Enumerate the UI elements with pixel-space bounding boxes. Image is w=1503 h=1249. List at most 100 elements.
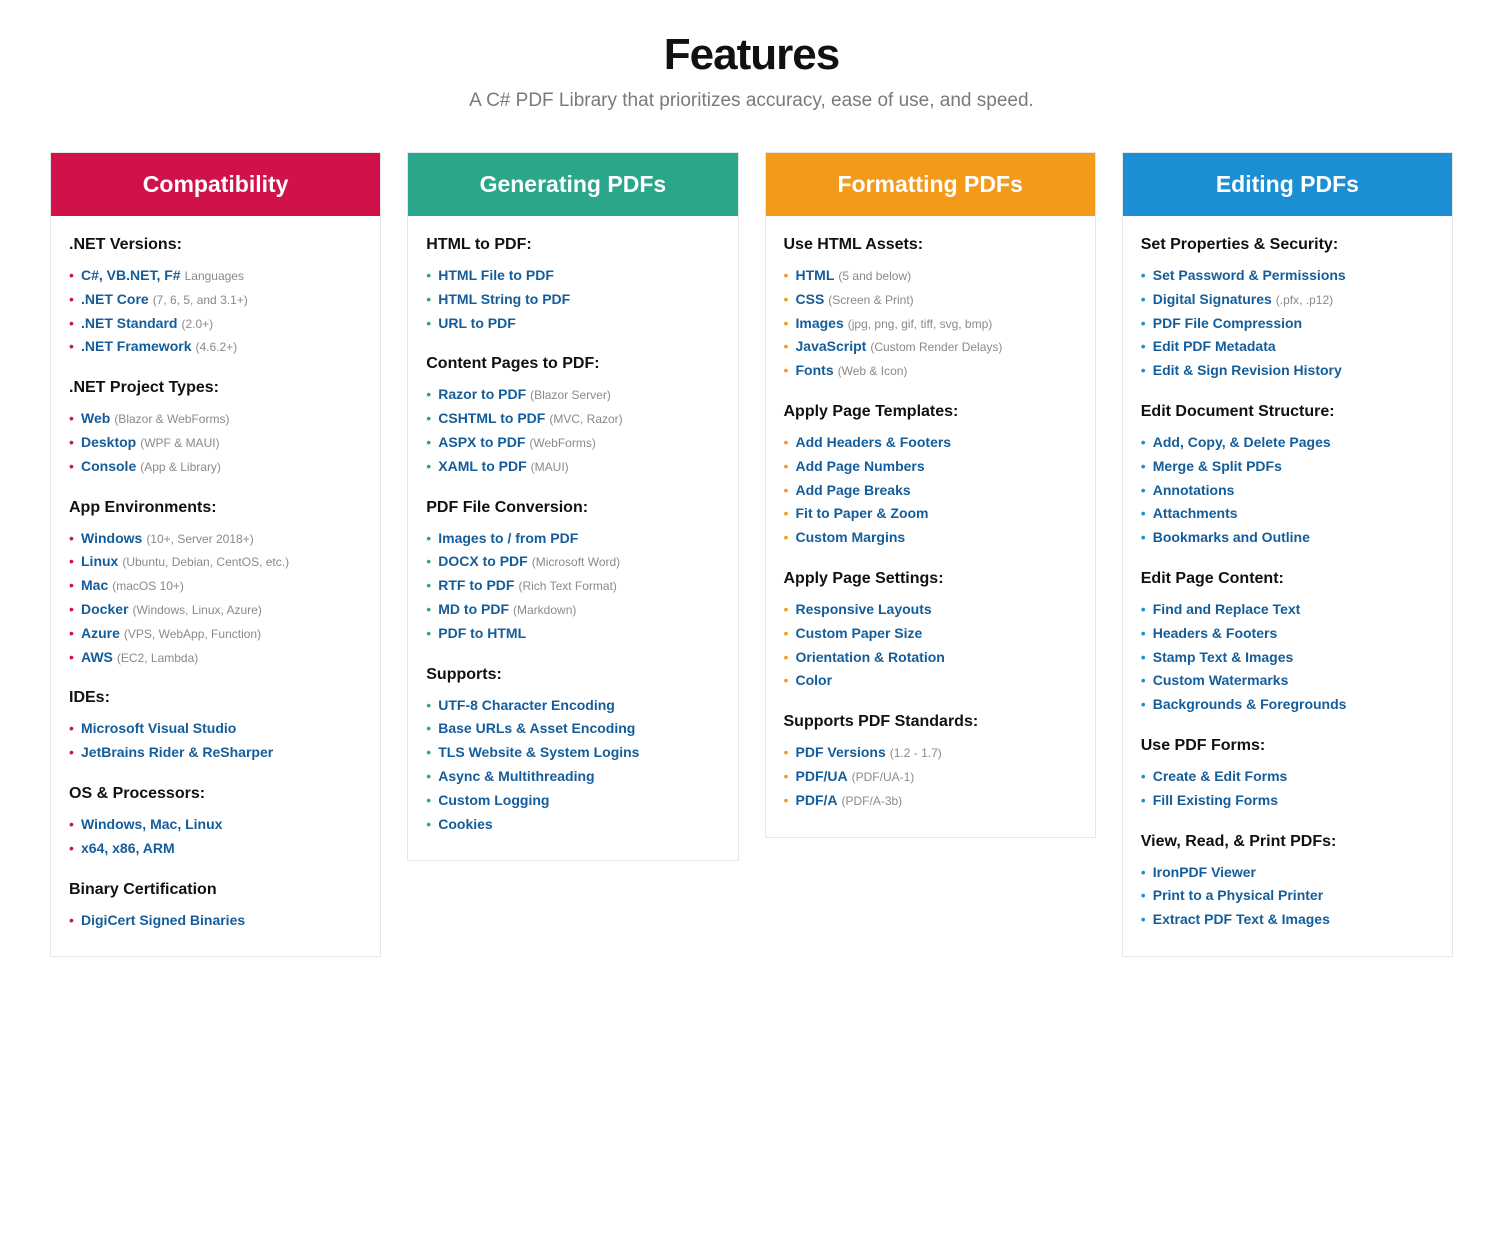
feature-link[interactable]: Add Page Numbers (796, 458, 925, 474)
feature-link[interactable]: Backgrounds & Foregrounds (1153, 696, 1347, 712)
feature-link[interactable]: Fit to Paper & Zoom (796, 505, 929, 521)
feature-link[interactable]: Digital Signatures (1153, 291, 1272, 307)
list-item: Fill Existing Forms (1141, 789, 1434, 813)
feature-link[interactable]: Bookmarks and Outline (1153, 529, 1310, 545)
feature-link[interactable]: RTF to PDF (438, 577, 514, 593)
feature-link[interactable]: Images to / from PDF (438, 530, 578, 546)
feature-link[interactable]: Edit PDF Metadata (1153, 338, 1276, 354)
feature-link[interactable]: Set Password & Permissions (1153, 267, 1346, 283)
feature-link[interactable]: ASPX to PDF (438, 434, 525, 450)
feature-list: Images to / from PDFDOCX to PDF(Microsof… (426, 527, 719, 646)
feature-note: (Web & Icon) (838, 364, 908, 378)
feature-link[interactable]: Headers & Footers (1153, 625, 1277, 641)
feature-link[interactable]: Base URLs & Asset Encoding (438, 720, 635, 736)
feature-link[interactable]: Custom Paper Size (796, 625, 923, 641)
feature-note: (PDF/UA-1) (852, 770, 915, 784)
feature-link[interactable]: Find and Replace Text (1153, 601, 1301, 617)
section-title: Use HTML Assets: (784, 236, 1077, 254)
feature-link[interactable]: Color (796, 672, 833, 688)
feature-link[interactable]: TLS Website & System Logins (438, 744, 639, 760)
section-title: Content Pages to PDF: (426, 355, 719, 373)
feature-link[interactable]: Fonts (796, 362, 834, 378)
list-item: HTML String to PDF (426, 288, 719, 312)
feature-link[interactable]: Azure (81, 625, 120, 641)
feature-link[interactable]: PDF/UA (796, 768, 848, 784)
feature-link[interactable]: Add Page Breaks (796, 482, 911, 498)
feature-link[interactable]: Custom Watermarks (1153, 672, 1289, 688)
feature-link[interactable]: Create & Edit Forms (1153, 768, 1288, 784)
feature-link[interactable]: Images (796, 315, 844, 331)
feature-link[interactable]: Add, Copy, & Delete Pages (1153, 434, 1331, 450)
feature-link[interactable]: Orientation & Rotation (796, 649, 945, 665)
feature-link[interactable]: Edit & Sign Revision History (1153, 362, 1342, 378)
feature-note: (5 and below) (838, 269, 911, 283)
feature-link[interactable]: MD to PDF (438, 601, 509, 617)
feature-link[interactable]: HTML String to PDF (438, 291, 570, 307)
feature-link[interactable]: XAML to PDF (438, 458, 526, 474)
feature-link[interactable]: UTF-8 Character Encoding (438, 697, 615, 713)
feature-link[interactable]: Windows (81, 530, 142, 546)
feature-link[interactable]: .NET Framework (81, 338, 191, 354)
feature-link[interactable]: C#, VB.NET, F# (81, 267, 181, 283)
feature-note: (WebForms) (529, 436, 595, 450)
feature-link[interactable]: Razor to PDF (438, 386, 526, 402)
list-item: TLS Website & System Logins (426, 741, 719, 765)
feature-link[interactable]: Docker (81, 601, 128, 617)
feature-link[interactable]: Windows, Mac, Linux (81, 816, 222, 832)
feature-link[interactable]: Linux (81, 553, 118, 569)
feature-note: (MAUI) (531, 460, 569, 474)
feature-list: Create & Edit Forms Fill Existing Forms (1141, 765, 1434, 813)
feature-link[interactable]: HTML (796, 267, 835, 283)
feature-link[interactable]: DigiCert Signed Binaries (81, 912, 245, 928)
feature-link[interactable]: Attachments (1153, 505, 1238, 521)
feature-list: Microsoft Visual Studio JetBrains Rider &… (69, 717, 362, 765)
feature-link[interactable]: Cookies (438, 816, 492, 832)
feature-link[interactable]: PDF/A (796, 792, 838, 808)
column-header: Formatting PDFs (766, 153, 1095, 216)
feature-link[interactable]: Merge & Split PDFs (1153, 458, 1282, 474)
feature-column: Formatting PDFs Use HTML Assets: HTML(5 an… (765, 152, 1096, 838)
list-item: Digital Signatures(.pfx, .p12) (1141, 288, 1434, 312)
feature-link[interactable]: Extract PDF Text & Images (1153, 911, 1330, 927)
feature-link[interactable]: URL to PDF (438, 315, 516, 331)
feature-link[interactable]: x64, x86, ARM (81, 840, 175, 856)
feature-link[interactable]: Stamp Text & Images (1153, 649, 1294, 665)
feature-link[interactable]: IronPDF Viewer (1153, 864, 1256, 880)
section-title: Supports PDF Standards: (784, 713, 1077, 731)
section-title: Apply Page Templates: (784, 403, 1077, 421)
feature-link[interactable]: CSHTML to PDF (438, 410, 545, 426)
feature-link[interactable]: HTML File to PDF (438, 267, 554, 283)
feature-link[interactable]: Fill Existing Forms (1153, 792, 1278, 808)
feature-link[interactable]: .NET Core (81, 291, 149, 307)
feature-link[interactable]: Print to a Physical Printer (1153, 887, 1323, 903)
feature-link[interactable]: JavaScript (796, 338, 867, 354)
feature-link[interactable]: Add Headers & Footers (796, 434, 952, 450)
list-item: Custom Watermarks (1141, 669, 1434, 693)
feature-link[interactable]: Responsive Layouts (796, 601, 932, 617)
list-item: PDF to HTML (426, 622, 719, 646)
feature-column: Editing PDFsSet Properties & Security:Se… (1122, 152, 1453, 957)
section-title: Supports: (426, 666, 719, 684)
feature-link[interactable]: Console (81, 458, 136, 474)
feature-link[interactable]: PDF File Compression (1153, 315, 1302, 331)
feature-link[interactable]: CSS (796, 291, 825, 307)
feature-link[interactable]: Mac (81, 577, 108, 593)
feature-note: (Ubuntu, Debian, CentOS, etc.) (122, 555, 289, 569)
feature-link[interactable]: AWS (81, 649, 113, 665)
feature-link[interactable]: Web (81, 410, 110, 426)
section-title: App Environments: (69, 499, 362, 517)
list-item: PDF/UA (PDF/UA-1) (784, 765, 1077, 789)
feature-link[interactable]: Custom Logging (438, 792, 549, 808)
feature-link[interactable]: Microsoft Visual Studio (81, 720, 236, 736)
feature-note: (1.2 - 1.7) (890, 746, 942, 760)
feature-link[interactable]: .NET Standard (81, 315, 177, 331)
feature-link[interactable]: Desktop (81, 434, 136, 450)
feature-link[interactable]: PDF Versions (796, 744, 886, 760)
feature-note: Languages (185, 269, 244, 283)
feature-link[interactable]: JetBrains Rider & ReSharper (81, 744, 273, 760)
feature-link[interactable]: PDF to HTML (438, 625, 526, 641)
feature-link[interactable]: Async & Multithreading (438, 768, 594, 784)
feature-link[interactable]: Annotations (1153, 482, 1235, 498)
feature-link[interactable]: Custom Margins (796, 529, 906, 545)
feature-link[interactable]: DOCX to PDF (438, 553, 527, 569)
